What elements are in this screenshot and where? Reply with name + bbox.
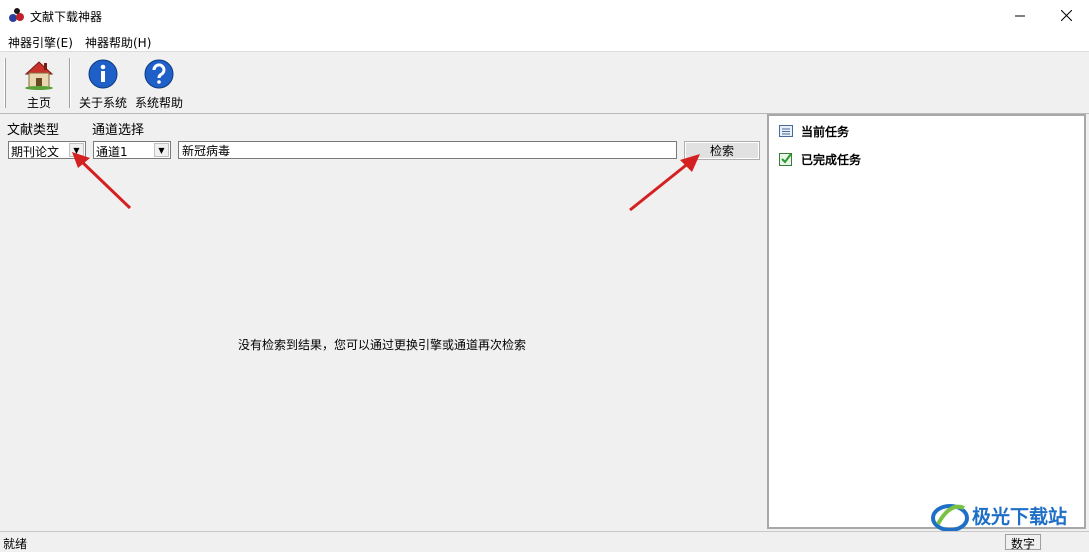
- home-label: 主页: [26, 96, 51, 110]
- annotation-arrow-icon: [72, 152, 132, 210]
- status-text: 就绪: [3, 537, 28, 551]
- completed-tasks-label: 已完成任务: [801, 152, 862, 167]
- search-panel: 文献类型 通道选择 期刊论文 ▼ 通道1 ▼ 检索 没有检索到结果，您可以通过更…: [0, 114, 764, 529]
- home-icon: [24, 61, 54, 90]
- search-input[interactable]: [178, 141, 677, 159]
- empty-results-message: 没有检索到结果，您可以通过更换引擎或通道再次检索: [237, 338, 526, 352]
- menu-help[interactable]: 神器帮助(H): [85, 34, 151, 51]
- task-panel: 当前任务 已完成任务: [767, 114, 1086, 529]
- info-icon: [88, 59, 118, 89]
- menu-bar: 神器引擎(E) 神器帮助(H): [0, 31, 1089, 52]
- app-icon: [9, 8, 24, 22]
- about-button[interactable]: 关于系统: [76, 56, 130, 110]
- status-bar: 就绪 数字: [0, 531, 1089, 552]
- about-label: 关于系统: [78, 96, 127, 110]
- close-icon: [1060, 10, 1072, 21]
- annotation-arrow-icon: [629, 154, 700, 212]
- toolbar-separator: [69, 58, 71, 108]
- help-label: 系统帮助: [134, 96, 183, 110]
- current-tasks-label: 当前任务: [801, 124, 850, 139]
- close-button[interactable]: [1043, 0, 1089, 31]
- maximize-button[interactable]: [996, 0, 1042, 31]
- current-tasks-item[interactable]: 当前任务: [779, 122, 849, 140]
- completed-tasks-item[interactable]: 已完成任务: [779, 150, 861, 168]
- home-button[interactable]: 主页: [14, 56, 64, 110]
- status-numlock: 数字: [1005, 534, 1041, 551]
- watermark-logo-icon: [931, 504, 969, 532]
- type-select-value: 期刊论文: [11, 145, 60, 159]
- title-bar: 文献下载神器: [0, 0, 1089, 31]
- menu-engine[interactable]: 神器引擎(E): [8, 34, 73, 51]
- watermark-text: 极光下载站: [972, 506, 1068, 528]
- chevron-down-icon[interactable]: ▼: [154, 143, 169, 157]
- toolbar: 主页 关于系统 系统帮助: [0, 52, 1089, 114]
- type-label: 文献类型: [7, 123, 60, 138]
- list-icon: [779, 125, 793, 137]
- toolbar-grip: [4, 58, 6, 108]
- help-button[interactable]: 系统帮助: [132, 56, 186, 110]
- help-icon: [144, 59, 174, 89]
- window-title: 文献下载神器: [30, 10, 103, 24]
- completed-check-icon: [779, 153, 792, 166]
- channel-label: 通道选择: [92, 123, 145, 138]
